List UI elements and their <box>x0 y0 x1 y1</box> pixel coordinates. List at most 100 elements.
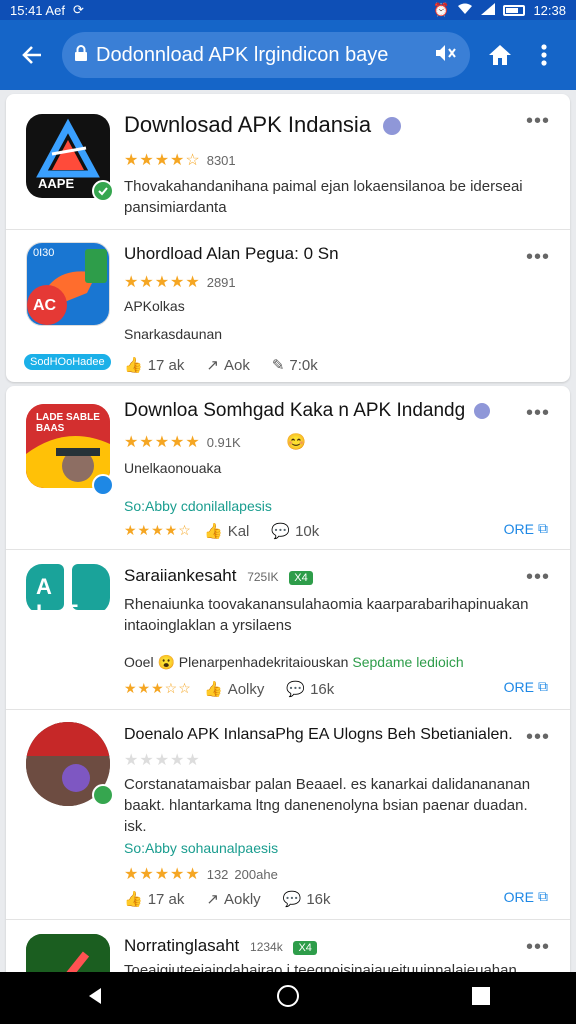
sync-icon: ⟳ <box>72 2 84 17</box>
app-title[interactable]: Uhordload Alan Pegua: 0 Sn <box>124 244 339 264</box>
app-title[interactable]: Saraiiankesaht 725IK X4 <box>124 566 313 586</box>
app-description: Toeaigiuteeiaindahairao i teegnoisinaiau… <box>124 962 517 972</box>
meta-text: 1234k <box>250 940 283 954</box>
status-time: 12:38 <box>533 2 566 18</box>
like-button[interactable]: 👍 Aolky <box>204 680 265 699</box>
app-title-text: Downloa Somhgad Kaka n APK Indandg <box>124 400 466 421</box>
comment-count: 10k <box>295 522 320 540</box>
share-count: Aokly <box>223 890 261 908</box>
app-tag: So:Abby sohaunalpaesis <box>124 840 279 856</box>
open-label: ORE <box>503 888 534 905</box>
stars-icon: ★★★★★ <box>124 274 201 291</box>
share-button[interactable]: ↗ Aok <box>206 356 249 375</box>
app-title-tail: Sbetianialen. <box>420 726 513 743</box>
share-icon: ↗ <box>206 357 219 374</box>
like-count: Aolky <box>227 680 265 698</box>
app-icon-ac: AC <box>33 297 57 314</box>
stars-icon: ★★★★★ <box>124 434 201 451</box>
verified-badge-icon <box>92 784 114 806</box>
home-nav-button[interactable] <box>276 984 300 1013</box>
overflow-menu-button[interactable] <box>522 33 566 77</box>
stars-icon: ★★★★★ <box>124 866 201 883</box>
app-icon <box>26 934 110 972</box>
more-options-icon[interactable]: ••• <box>526 727 550 747</box>
list-item[interactable]: 0I30 AC SodHOoHadee Uhordload Alan Pegua… <box>6 230 570 382</box>
app-icon-letters: A IE <box>36 574 101 614</box>
app-title[interactable]: Downlosad APK Indansia <box>124 112 402 138</box>
emoji-icon: 😮 <box>157 654 175 670</box>
share-button[interactable]: ↗ Aokly <box>206 890 261 909</box>
open-external-icon: ⧉ <box>538 520 548 536</box>
stars-icon: ★★★★★ <box>124 752 201 769</box>
rating-count: 2891 <box>206 275 236 290</box>
open-button[interactable]: ORE ⧉ <box>504 888 548 905</box>
open-external-icon: ⧉ <box>538 678 548 694</box>
small-rating: ★★★☆☆ <box>124 680 192 697</box>
list-item[interactable]: Norratinglasaht 1234k X4 Toeaigiuteeiain… <box>6 920 570 972</box>
action-row: 👍 Kal 💬 10k <box>204 522 320 541</box>
verified-badge-icon <box>92 474 114 496</box>
stars-icon: ★★★☆☆ <box>124 680 192 696</box>
like-button[interactable]: 👍 17 ak <box>124 356 184 375</box>
app-subtitle: Unelkaonouaka <box>124 460 222 476</box>
comment-button[interactable]: 💬 16k <box>286 680 334 699</box>
list-item[interactable]: A IE Saraiiankesaht 725IK X4 Rhenaiunka … <box>6 550 570 710</box>
app-title[interactable]: Doenalo APK InlansaPhg EA Ulogns Beh Sbe… <box>124 726 513 744</box>
like-button[interactable]: 👍 Kal <box>204 522 250 541</box>
more-vert-icon <box>541 44 547 66</box>
wifi-icon <box>457 3 473 18</box>
info-icon <box>474 402 491 419</box>
app-title-text: Doenalo APK InlansaPhg EA Ulogns Beh <box>124 726 416 743</box>
home-button[interactable] <box>478 33 522 77</box>
more-options-icon[interactable]: ••• <box>526 247 550 267</box>
comment-button[interactable]: 💬 16k <box>283 890 331 909</box>
mute-icon[interactable] <box>434 43 458 68</box>
app-icon: 0I30 AC <box>26 242 110 326</box>
note-text: Ooel <box>124 654 154 670</box>
back-button[interactable] <box>10 33 54 77</box>
like-count: Kal <box>227 522 250 540</box>
app-subtitle-2: Snarkasdaunan <box>124 326 223 342</box>
open-button[interactable]: ORE ⧉ <box>504 678 548 695</box>
more-options-icon[interactable]: ••• <box>526 403 550 423</box>
meta-pill: X4 <box>289 571 313 585</box>
rating-text: 200ahe <box>234 867 278 882</box>
triangle-back-icon <box>89 987 102 1004</box>
edit-button[interactable]: ✎ 7:0k <box>272 356 318 375</box>
list-item[interactable]: AAPE Downlosad APK Indansia ★★★★☆ 8301 Th… <box>6 94 570 230</box>
comment-icon: 💬 <box>286 681 306 698</box>
like-count: 17 ak <box>147 890 185 908</box>
address-bar[interactable]: Dodonnload APK lrgindicon baye <box>62 32 470 78</box>
rating: ★★★★★ 132 200ahe <box>124 864 278 884</box>
like-button[interactable]: 👍 17 ak <box>124 890 185 909</box>
system-nav-bar <box>0 972 576 1024</box>
list-item[interactable]: Doenalo APK InlansaPhg EA Ulogns Beh Sbe… <box>6 710 570 920</box>
app-icon-banner: LADE SABLE BAAS <box>36 412 100 434</box>
app-icon-text: AAPE <box>38 176 75 191</box>
circle-home-icon <box>276 984 299 1007</box>
app-chip: SodHOoHadee <box>24 354 111 370</box>
comment-button[interactable]: 💬 10k <box>271 522 320 541</box>
app-title[interactable]: Downloa Somhgad Kaka n APK Indandg <box>124 400 491 422</box>
alarm-icon: ⏰ <box>433 2 450 17</box>
rating: ★★★★☆ 8301 <box>124 150 236 170</box>
url-text: Dodonnload APK lrgindicon baye <box>96 43 389 66</box>
home-icon <box>489 45 511 65</box>
back-nav-button[interactable] <box>85 986 105 1011</box>
meta-pill: X4 <box>293 941 317 955</box>
more-options-icon[interactable]: ••• <box>526 111 550 131</box>
list-item[interactable]: LADE SABLE BAAS Downloa Somhgad Kaka n A… <box>6 386 570 550</box>
app-title[interactable]: Norratinglasaht 1234k X4 <box>124 936 317 956</box>
edit-count: 7:0k <box>289 356 318 374</box>
recents-nav-button[interactable] <box>471 986 491 1011</box>
app-icon: A IE <box>26 564 110 614</box>
more-options-icon[interactable]: ••• <box>526 937 550 957</box>
comment-count: 16k <box>306 890 331 908</box>
more-options-icon[interactable]: ••• <box>526 567 550 587</box>
verified-badge-icon <box>92 180 114 202</box>
action-row: 👍 17 ak ↗ Aokly 💬 16k <box>124 890 331 909</box>
open-button[interactable]: ORE ⧉ <box>504 520 548 537</box>
app-description: Corstanatamaisbar palan Beaael. es kanar… <box>124 776 531 835</box>
open-label: ORE <box>503 678 534 695</box>
comment-icon: 💬 <box>271 523 291 540</box>
